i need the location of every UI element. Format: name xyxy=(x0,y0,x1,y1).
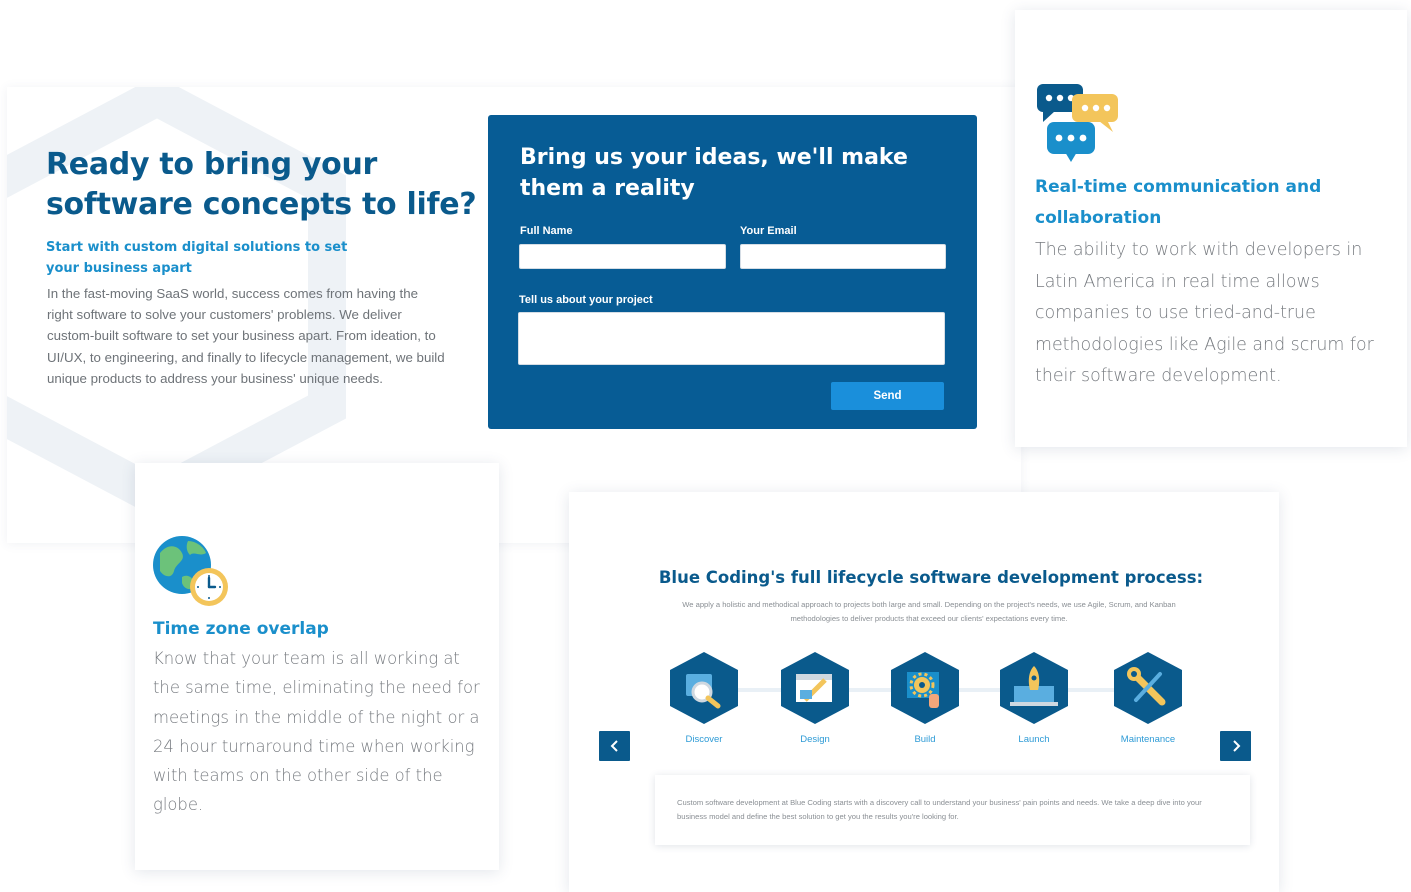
hero-subtitle: Start with custom digital solutions to s… xyxy=(46,240,348,276)
full-name-input[interactable] xyxy=(519,244,726,269)
step-label-build: Build xyxy=(914,734,936,745)
realtime-text: The ability to work with developers in L… xyxy=(1035,240,1374,386)
hero-title: Ready to bring your software concepts to… xyxy=(46,147,477,222)
process-section: Blue Coding's full lifecycle software de… xyxy=(569,492,1279,892)
globe-clock-icon xyxy=(153,536,228,606)
step-label-discover: Discover xyxy=(685,734,723,745)
step-detail-text: Custom software development at Blue Codi… xyxy=(677,798,1202,821)
step-maintenance[interactable]: Maintenance xyxy=(1103,650,1193,745)
project-label: Tell us about your project xyxy=(519,294,653,306)
chevron-right-icon xyxy=(1232,740,1240,752)
magnifier-icon xyxy=(670,652,738,724)
rocket-laptop-icon xyxy=(1000,652,1068,724)
step-build[interactable]: Build xyxy=(880,650,970,745)
timezone-title: Time zone overlap xyxy=(153,619,329,639)
chevron-left-icon xyxy=(610,740,618,752)
hero-body: In the fast-moving SaaS world, success c… xyxy=(47,286,445,386)
email-label: Your Email xyxy=(740,225,797,237)
realtime-title: Real-time communication and collaboratio… xyxy=(1035,177,1322,228)
step-design[interactable]: Design xyxy=(770,650,860,745)
step-detail-panel: Custom software development at Blue Codi… xyxy=(655,775,1250,845)
step-discover[interactable]: Discover xyxy=(659,650,749,745)
step-label-maintenance: Maintenance xyxy=(1120,734,1176,745)
gear-build-icon xyxy=(891,652,959,724)
wrench-icon xyxy=(1114,652,1182,724)
contact-form: Bring us your ideas, we'll make them a r… xyxy=(488,115,977,429)
realtime-communication-card: Real-time communication and collaboratio… xyxy=(1015,10,1407,447)
carousel-prev-button[interactable] xyxy=(599,731,630,761)
timezone-overlap-card: Time zone overlap Know that your team is… xyxy=(135,463,499,870)
timezone-text: Know that your team is all working at th… xyxy=(153,649,480,815)
step-label-design: Design xyxy=(800,734,830,745)
step-launch[interactable]: Launch xyxy=(989,650,1079,745)
process-title: Blue Coding's full lifecycle software de… xyxy=(658,568,1204,587)
project-textarea[interactable] xyxy=(518,312,945,365)
full-name-label: Full Name xyxy=(520,225,573,237)
process-description: We apply a holistic and methodical appro… xyxy=(682,600,1176,623)
email-input[interactable] xyxy=(740,244,946,269)
design-pencil-icon xyxy=(781,652,849,724)
step-label-launch: Launch xyxy=(1018,734,1050,745)
chat-bubbles-icon xyxy=(1037,84,1118,162)
send-button[interactable]: Send xyxy=(831,382,944,410)
carousel-next-button[interactable] xyxy=(1220,731,1251,761)
form-title: Bring us your ideas, we'll make them a r… xyxy=(520,145,908,201)
